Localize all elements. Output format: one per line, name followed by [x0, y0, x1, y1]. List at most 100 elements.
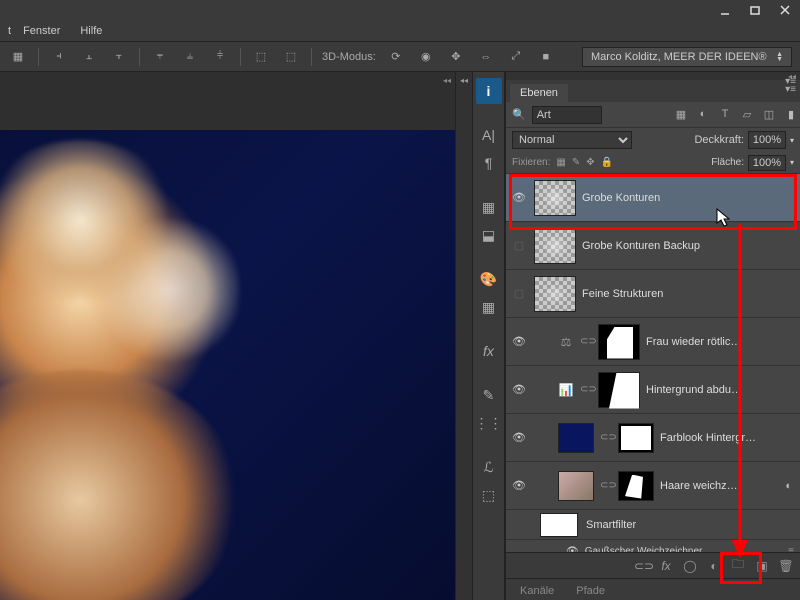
filter-type-icon[interactable]: T — [718, 108, 732, 121]
filter-shape-icon[interactable]: ▱ — [740, 108, 754, 121]
3d-pan-icon[interactable]: ✥ — [446, 47, 466, 67]
layer-thumbnail[interactable] — [534, 180, 576, 216]
filter-blend-icon[interactable]: ≡ — [788, 546, 794, 553]
layer-mask-thumbnail[interactable] — [598, 324, 640, 360]
menu-hilfe[interactable]: Hilfe — [72, 23, 110, 39]
link-layers-icon[interactable]: ⊂⊃ — [634, 559, 650, 573]
tab-pfade[interactable]: Pfade — [566, 582, 615, 600]
filter-mask-thumbnail[interactable] — [540, 513, 578, 537]
smartfilter-row[interactable]: Smartfilter — [506, 510, 800, 540]
align-bottom-icon[interactable]: ⫩ — [210, 47, 230, 67]
3d-orbit-icon[interactable]: ⟳ — [386, 47, 406, 67]
layer-name[interactable]: Haare weichz… — [660, 480, 738, 492]
delete-layer-icon[interactable]: 🗑 — [778, 559, 794, 573]
layer-name[interactable]: Feine Strukturen — [582, 288, 663, 300]
3d-camera-icon[interactable]: ■ — [536, 47, 556, 67]
brush-panel-icon[interactable]: ✎ — [476, 382, 502, 408]
distribute-v-icon[interactable]: ⬚ — [281, 47, 301, 67]
styles-panel-icon[interactable]: fx — [476, 338, 502, 364]
tab-kanaele[interactable]: Kanäle — [510, 582, 564, 600]
filter-smart-icon[interactable]: ◫ — [762, 108, 776, 121]
filter-toggle-icon[interactable]: ▮ — [788, 108, 794, 121]
3d-slide-icon[interactable]: ⇔ — [476, 47, 496, 67]
fill-input[interactable] — [748, 155, 786, 171]
gauss-filter-row[interactable]: 👁 Gaußscher Weichzeichner ≡ — [506, 540, 800, 552]
visibility-toggle[interactable]: 👁 — [510, 335, 528, 348]
align-left-icon[interactable]: ⫞ — [49, 47, 69, 67]
layer-filter-dropdown[interactable] — [532, 106, 602, 124]
filter-pixel-icon[interactable]: ▦ — [674, 108, 688, 121]
menu-fenster[interactable]: Fenster — [15, 23, 68, 39]
visibility-toggle[interactable]: 👁 — [510, 431, 528, 444]
align-top-icon[interactable]: ⫧ — [150, 47, 170, 67]
align-center-h-icon[interactable]: ⫠ — [79, 47, 99, 67]
layer-style-icon[interactable]: fx — [658, 559, 674, 573]
layer-row[interactable]: ▢ Grobe Konturen Backup — [506, 222, 800, 270]
adjustment-balance-icon: ⚖ — [558, 335, 574, 349]
new-adjustment-icon[interactable]: ◐ — [706, 559, 722, 573]
panel-icon-2[interactable]: ⬓ — [476, 222, 502, 248]
panel-icon-3[interactable]: ℒ — [476, 454, 502, 480]
new-layer-icon[interactable]: ▣ — [754, 559, 770, 573]
panel-menu-icon[interactable]: ▾≡ — [785, 76, 796, 87]
layer-mask-thumbnail[interactable] — [618, 423, 654, 453]
window-minimize-button[interactable] — [710, 0, 740, 20]
tool-preset-icon[interactable]: ▦ — [8, 47, 28, 67]
layer-name[interactable]: Hintergrund abdu… — [646, 384, 742, 396]
visibility-toggle[interactable]: ▢ — [510, 239, 528, 252]
layer-row[interactable]: 👁 ⊂⊃ Farblook Hintergr… — [506, 414, 800, 462]
visibility-toggle[interactable]: 👁 — [510, 383, 528, 396]
panel-icon-1[interactable]: ▦ — [476, 194, 502, 220]
layer-name[interactable]: Grobe Konturen Backup — [582, 240, 700, 252]
lock-all-icon[interactable]: 🔒 — [601, 157, 613, 168]
add-mask-icon[interactable]: ◯ — [682, 559, 698, 573]
window-close-button[interactable] — [770, 0, 800, 20]
info-panel-icon[interactable]: i — [476, 78, 502, 104]
layer-mask-thumbnail[interactable] — [598, 372, 640, 408]
visibility-toggle[interactable]: 👁 — [510, 191, 528, 204]
options-bar: ▦ ⫞ ⫠ ⫟ ⫧ ⫨ ⫩ ⬚ ⬚ 3D-Modus: ⟳ ◉ ✥ ⇔ ⤢ ■ … — [0, 42, 800, 72]
layer-thumbnail[interactable] — [534, 276, 576, 312]
swatches-panel-icon[interactable]: ▦ — [476, 294, 502, 320]
lock-pixels-icon[interactable]: ✎ — [572, 157, 580, 168]
align-center-v-icon[interactable]: ⫨ — [180, 47, 200, 67]
layer-filter-row: 🔍 ▦ ◐ T ▱ ◫ ▮ — [506, 102, 800, 128]
visibility-toggle[interactable]: 👁 — [510, 479, 528, 492]
layer-thumbnail[interactable] — [534, 228, 576, 264]
layer-row[interactable]: 👁 📊 ⊂⊃ Hintergrund abdu… — [506, 366, 800, 414]
layer-thumbnail[interactable] — [558, 471, 594, 501]
layer-row[interactable]: 👁 ⊂⊃ Haare weichz… ◐ — [506, 462, 800, 510]
document-canvas[interactable] — [0, 130, 455, 600]
window-maximize-button[interactable] — [740, 0, 770, 20]
3d-scale-icon[interactable]: ⤢ — [506, 47, 526, 67]
layer-row[interactable]: 👁 Grobe Konturen — [506, 174, 800, 222]
new-group-icon[interactable]: 🗀 — [730, 555, 746, 576]
layers-bottom-bar: ⊂⊃ fx ◯ ◐ 🗀 ▣ 🗑 — [506, 552, 800, 578]
character-panel-icon[interactable]: A| — [476, 122, 502, 148]
visibility-toggle[interactable]: ▢ — [510, 287, 528, 300]
panel-icon-4[interactable]: ⬚ — [476, 482, 502, 508]
layer-mask-thumbnail[interactable] — [618, 471, 654, 501]
workspace-switcher[interactable]: Marco Kolditz, MEER DER IDEEN® ▲▼ — [582, 47, 792, 67]
filter-visibility-icon[interactable]: 👁 — [566, 546, 579, 553]
layer-name[interactable]: Frau wieder rötlic… — [646, 336, 741, 348]
lock-transparency-icon[interactable]: ▦ — [556, 157, 565, 168]
tab-ebenen[interactable]: Ebenen — [510, 84, 568, 102]
paragraph-panel-icon[interactable]: ¶ — [476, 150, 502, 176]
blend-mode-select[interactable]: Normal — [512, 131, 632, 149]
layer-row[interactable]: ▢ Feine Strukturen — [506, 270, 800, 318]
color-panel-icon[interactable]: 🎨 — [476, 266, 502, 292]
panel-collapse-strip[interactable]: ◂◂ — [455, 72, 473, 600]
opacity-input[interactable] — [748, 131, 786, 149]
link-icon: ⊂⊃ — [600, 480, 612, 491]
lock-position-icon[interactable]: ✥ — [586, 157, 594, 168]
distribute-h-icon[interactable]: ⬚ — [251, 47, 271, 67]
layer-row[interactable]: 👁 ⚖ ⊂⊃ Frau wieder rötlic… — [506, 318, 800, 366]
layer-name[interactable]: Farblook Hintergr… — [660, 432, 756, 444]
align-right-icon[interactable]: ⫟ — [109, 47, 129, 67]
layer-thumbnail[interactable] — [558, 423, 594, 453]
layer-name[interactable]: Grobe Konturen — [582, 192, 660, 204]
3d-roll-icon[interactable]: ◉ — [416, 47, 436, 67]
filter-adjustment-icon[interactable]: ◐ — [696, 108, 710, 121]
brush-presets-icon[interactable]: ⋮⋮ — [476, 410, 502, 436]
